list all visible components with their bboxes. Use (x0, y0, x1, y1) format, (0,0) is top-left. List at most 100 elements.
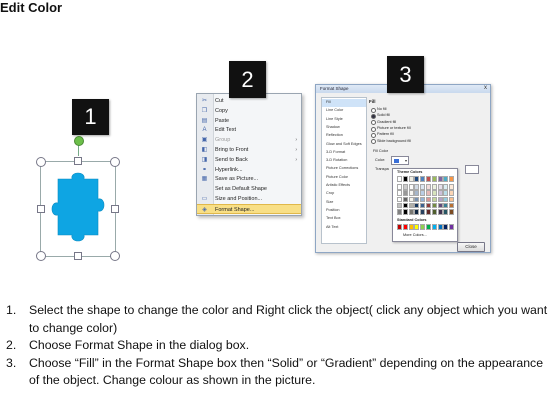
fill-option-label[interactable]: No fill (377, 107, 387, 111)
fill-option-label[interactable]: Pattern fill (377, 132, 394, 136)
nav-item[interactable]: Reflection (322, 132, 366, 140)
theme-color-swatch[interactable] (414, 202, 420, 209)
fill-option-radio[interactable] (371, 139, 376, 145)
theme-color-swatch[interactable] (414, 196, 420, 203)
menu-item[interactable]: ⚭ Hyperlink... (197, 165, 301, 175)
theme-color-swatch[interactable] (437, 196, 443, 203)
menu-item[interactable]: ▤ Paste (197, 116, 301, 126)
resize-handle-br[interactable] (110, 251, 120, 261)
fill-option-radio[interactable] (371, 107, 376, 113)
menu-item[interactable]: ◈ Format Shape... (197, 203, 301, 214)
theme-color-swatch[interactable] (449, 184, 455, 190)
close-icon[interactable]: x (484, 85, 487, 91)
theme-color-swatch[interactable] (408, 184, 414, 190)
theme-color-swatch[interactable] (414, 190, 420, 196)
theme-color-swatch[interactable] (408, 209, 414, 215)
theme-color-swatch[interactable] (449, 202, 455, 209)
nav-item[interactable]: Picture Color (322, 174, 366, 182)
theme-color-swatch[interactable] (426, 176, 431, 182)
resize-handle-mr[interactable] (111, 205, 119, 213)
theme-color-swatch[interactable] (397, 176, 402, 182)
color-picker-button[interactable]: ▾ (391, 156, 409, 165)
rotate-handle[interactable] (74, 136, 84, 146)
fill-option-label[interactable]: Solid fill (377, 113, 390, 117)
theme-color-swatch[interactable] (408, 196, 414, 203)
theme-color-swatch[interactable] (408, 176, 414, 182)
more-colors-link[interactable]: More Colors... (403, 233, 427, 237)
standard-color-swatch[interactable] (431, 224, 437, 230)
theme-color-swatch[interactable] (431, 190, 437, 196)
nav-item[interactable]: Fill (322, 99, 366, 107)
nav-item[interactable]: Artistic Effects (322, 182, 366, 190)
theme-color-swatch[interactable] (443, 202, 449, 209)
resize-handle-tm[interactable] (74, 157, 82, 165)
theme-color-swatch[interactable] (397, 196, 402, 203)
resize-handle-bm[interactable] (74, 252, 82, 260)
theme-color-swatch[interactable] (420, 202, 426, 209)
nav-item[interactable]: 3-D Format (322, 149, 366, 157)
nav-item[interactable]: Picture Corrections (322, 165, 366, 173)
standard-color-swatch[interactable] (449, 224, 455, 230)
theme-color-swatch[interactable] (443, 176, 449, 182)
theme-color-swatch[interactable] (431, 209, 437, 215)
resize-handle-bl[interactable] (36, 251, 46, 261)
theme-color-swatch[interactable] (397, 202, 402, 209)
theme-color-swatch[interactable] (449, 196, 455, 203)
fill-option-radio[interactable] (371, 114, 376, 120)
theme-color-swatch[interactable] (449, 209, 455, 215)
theme-color-swatch[interactable] (408, 202, 414, 209)
theme-color-swatch[interactable] (402, 209, 408, 215)
nav-item[interactable]: Alt Text (322, 224, 366, 232)
close-button[interactable]: Close (457, 242, 485, 252)
nav-item[interactable]: Position (322, 207, 366, 215)
theme-color-swatch[interactable] (402, 176, 408, 182)
menu-item[interactable]: ❐ Copy (197, 106, 301, 116)
theme-color-swatch[interactable] (443, 184, 449, 190)
menu-item[interactable]: ▦ Save as Picture... (197, 174, 301, 184)
theme-color-swatch[interactable] (437, 176, 443, 182)
nav-item[interactable]: Glow and Soft Edges (322, 141, 366, 149)
menu-item[interactable]: ◧ Bring to Front › (197, 145, 301, 155)
theme-color-swatch[interactable] (431, 196, 437, 203)
theme-color-swatch[interactable] (426, 209, 431, 215)
resize-handle-ml[interactable] (37, 205, 45, 213)
nav-item[interactable]: Line Color (322, 107, 366, 115)
menu-item[interactable]: ▣ Group › (197, 135, 301, 145)
fill-option-label[interactable]: Slide background fill (377, 139, 411, 143)
theme-color-swatch[interactable] (408, 190, 414, 196)
standard-color-swatch[interactable] (397, 224, 402, 230)
fill-option-label[interactable]: Picture or texture fill (377, 126, 411, 130)
nav-item[interactable]: Text Box (322, 215, 366, 223)
theme-color-swatch[interactable] (402, 196, 408, 203)
nav-item[interactable]: Line Style (322, 116, 366, 124)
theme-color-swatch[interactable] (397, 209, 402, 215)
theme-color-swatch[interactable] (431, 176, 437, 182)
theme-color-swatch[interactable] (420, 176, 426, 182)
theme-color-swatch[interactable] (420, 190, 426, 196)
puzzle-piece-shape[interactable] (40, 161, 116, 257)
standard-color-swatch[interactable] (402, 224, 408, 230)
standard-color-swatch[interactable] (437, 224, 443, 230)
theme-color-swatch[interactable] (402, 190, 408, 196)
standard-color-swatch[interactable] (426, 224, 431, 230)
theme-color-swatch[interactable] (397, 184, 402, 190)
theme-color-swatch[interactable] (414, 184, 420, 190)
theme-color-swatch[interactable] (443, 196, 449, 203)
theme-color-swatch[interactable] (420, 209, 426, 215)
theme-color-swatch[interactable] (431, 184, 437, 190)
standard-color-swatch[interactable] (414, 224, 420, 230)
theme-color-swatch[interactable] (437, 190, 443, 196)
theme-color-swatch[interactable] (443, 209, 449, 215)
menu-item[interactable]: ▭ Size and Position... (197, 194, 301, 204)
nav-item[interactable]: Shadow (322, 124, 366, 132)
theme-color-swatch[interactable] (420, 196, 426, 203)
theme-color-swatch[interactable] (431, 202, 437, 209)
standard-color-swatch[interactable] (408, 224, 414, 230)
standard-color-swatch[interactable] (420, 224, 426, 230)
theme-color-swatch[interactable] (426, 202, 431, 209)
resize-handle-tr[interactable] (110, 157, 120, 167)
theme-color-swatch[interactable] (397, 190, 402, 196)
fill-option-radio[interactable] (371, 133, 376, 138)
theme-color-swatch[interactable] (426, 190, 431, 196)
theme-color-swatch[interactable] (414, 176, 420, 182)
